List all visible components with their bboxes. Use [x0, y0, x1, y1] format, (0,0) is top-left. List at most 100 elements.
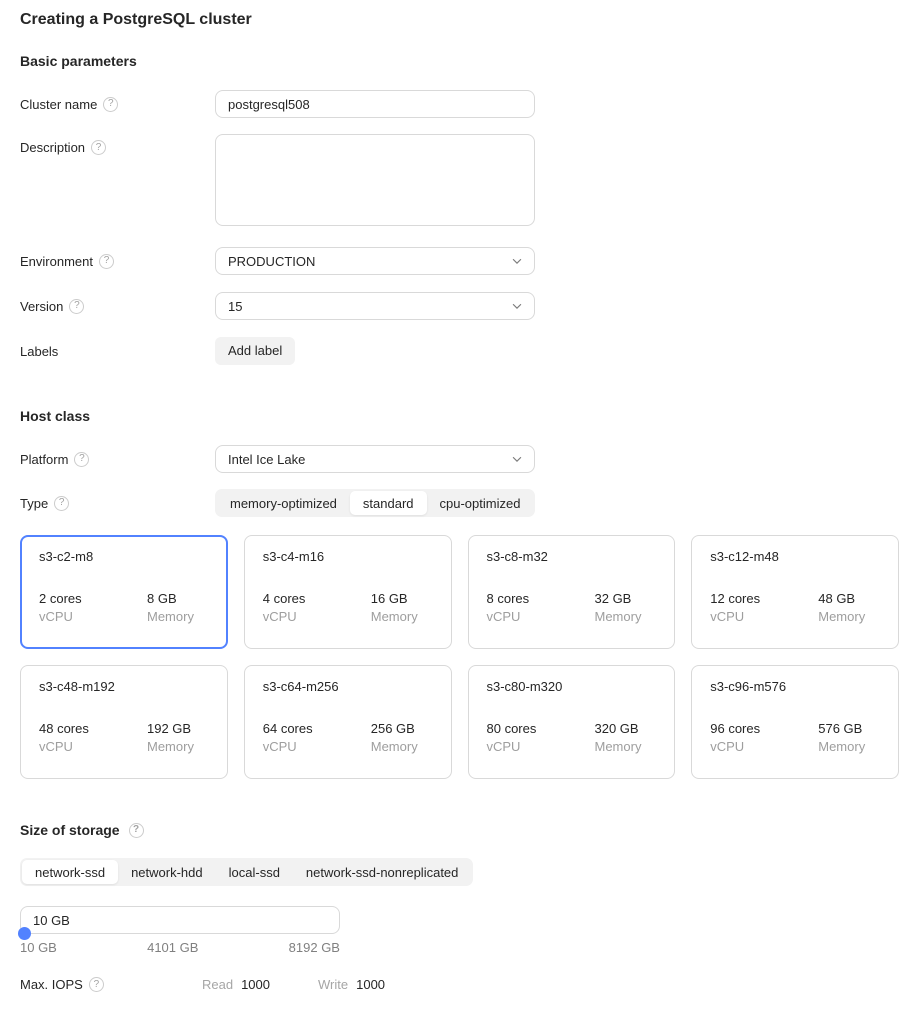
- card-memory-label: Memory: [147, 739, 194, 754]
- card-cores-label: vCPU: [487, 739, 595, 754]
- help-icon[interactable]: ?: [129, 823, 144, 838]
- labels-label: Labels: [20, 344, 58, 359]
- chevron-down-icon: [510, 452, 524, 466]
- card-memory-value: 16 GB: [371, 591, 418, 606]
- card-cores-label: vCPU: [710, 609, 818, 624]
- help-icon[interactable]: ?: [91, 140, 106, 155]
- card-cores-label: vCPU: [263, 739, 371, 754]
- help-icon[interactable]: ?: [103, 97, 118, 112]
- storage-size-input[interactable]: [20, 906, 340, 934]
- host-class-card-s3-c12-m48[interactable]: s3-c12-m48 12 cores vCPU 48 GB Memory: [691, 535, 899, 649]
- storage-size-control: [20, 906, 340, 934]
- card-memory-label: Memory: [371, 739, 418, 754]
- card-cores-value: 2 cores: [39, 591, 147, 606]
- card-title: s3-c64-m256: [263, 679, 433, 694]
- iops-read-label: Read: [202, 977, 233, 992]
- add-label-button[interactable]: Add label: [215, 337, 295, 365]
- host-class-card-s3-c2-m8[interactable]: s3-c2-m8 2 cores vCPU 8 GB Memory: [20, 535, 228, 649]
- card-memory-label: Memory: [147, 609, 194, 624]
- iops-write-pair: Write 1000: [318, 977, 385, 992]
- type-label: Type: [20, 496, 48, 511]
- version-row: Version ? 15: [20, 292, 883, 320]
- type-option-standard[interactable]: standard: [350, 491, 427, 515]
- help-icon[interactable]: ?: [99, 254, 114, 269]
- card-memory-label: Memory: [371, 609, 418, 624]
- environment-select-value: PRODUCTION: [228, 254, 315, 269]
- platform-row: Platform ? Intel Ice Lake: [20, 445, 883, 473]
- slider-mid-label: 4101 GB: [147, 940, 198, 955]
- storage-type-network-hdd[interactable]: network-hdd: [118, 860, 216, 884]
- storage-type-network-ssd[interactable]: network-ssd: [22, 860, 118, 884]
- storage-size-slider-handle[interactable]: [18, 927, 31, 940]
- environment-row: Environment ? PRODUCTION: [20, 247, 883, 275]
- card-title: s3-c4-m16: [263, 549, 433, 564]
- cluster-name-row: Cluster name ?: [20, 90, 883, 118]
- type-option-memory-optimized[interactable]: memory-optimized: [217, 491, 350, 515]
- card-title: s3-c96-m576: [710, 679, 880, 694]
- page-title: Creating a PostgreSQL cluster: [20, 10, 883, 30]
- type-label-group: Type ?: [20, 496, 215, 511]
- cluster-name-label-group: Cluster name ?: [20, 97, 215, 112]
- host-class-card-s3-c96-m576[interactable]: s3-c96-m576 96 cores vCPU 576 GB Memory: [691, 665, 899, 779]
- card-cores-label: vCPU: [263, 609, 371, 624]
- description-textarea[interactable]: [215, 134, 535, 226]
- version-label: Version: [20, 299, 63, 314]
- platform-label-group: Platform ?: [20, 452, 215, 467]
- card-cores-label: vCPU: [710, 739, 818, 754]
- size-of-storage-heading-text: Size of storage: [20, 821, 120, 839]
- storage-type-local-ssd[interactable]: local-ssd: [216, 860, 293, 884]
- iops-write-value: 1000: [356, 977, 385, 992]
- host-class-card-s3-c48-m192[interactable]: s3-c48-m192 48 cores vCPU 192 GB Memory: [20, 665, 228, 779]
- card-memory-value: 256 GB: [371, 721, 418, 736]
- environment-select[interactable]: PRODUCTION: [215, 247, 535, 275]
- card-cores-value: 12 cores: [710, 591, 818, 606]
- card-memory-value: 320 GB: [595, 721, 642, 736]
- card-memory-value: 32 GB: [595, 591, 642, 606]
- description-label-group: Description ?: [20, 134, 215, 155]
- storage-type-network-ssd-nonreplicated[interactable]: network-ssd-nonreplicated: [293, 860, 471, 884]
- card-title: s3-c48-m192: [39, 679, 209, 694]
- platform-select[interactable]: Intel Ice Lake: [215, 445, 535, 473]
- card-cores-label: vCPU: [487, 609, 595, 624]
- card-memory-value: 192 GB: [147, 721, 194, 736]
- card-cores-value: 96 cores: [710, 721, 818, 736]
- help-icon[interactable]: ?: [69, 299, 84, 314]
- host-class-card-s3-c64-m256[interactable]: s3-c64-m256 64 cores vCPU 256 GB Memory: [244, 665, 452, 779]
- slider-max-label: 8192 GB: [289, 940, 340, 955]
- iops-read-pair: Read 1000: [202, 977, 270, 992]
- version-select-value: 15: [228, 299, 242, 314]
- help-icon[interactable]: ?: [89, 977, 104, 992]
- labels-label-group: Labels: [20, 344, 215, 359]
- size-of-storage-heading: Size of storage ?: [20, 821, 883, 839]
- card-title: s3-c80-m320: [487, 679, 657, 694]
- host-class-card-s3-c4-m16[interactable]: s3-c4-m16 4 cores vCPU 16 GB Memory: [244, 535, 452, 649]
- iops-write-label: Write: [318, 977, 348, 992]
- card-cores-label: vCPU: [39, 739, 147, 754]
- type-segmented-control: memory-optimized standard cpu-optimized: [215, 489, 535, 517]
- card-title: s3-c8-m32: [487, 549, 657, 564]
- cluster-name-label: Cluster name: [20, 97, 97, 112]
- card-title: s3-c2-m8: [39, 549, 209, 564]
- card-cores-label: vCPU: [39, 609, 147, 624]
- cluster-name-input[interactable]: [215, 90, 535, 118]
- iops-read-value: 1000: [241, 977, 270, 992]
- host-class-card-s3-c80-m320[interactable]: s3-c80-m320 80 cores vCPU 320 GB Memory: [468, 665, 676, 779]
- description-label: Description: [20, 140, 85, 155]
- chevron-down-icon: [510, 254, 524, 268]
- card-cores-value: 48 cores: [39, 721, 147, 736]
- card-cores-value: 64 cores: [263, 721, 371, 736]
- card-memory-label: Memory: [818, 739, 865, 754]
- help-icon[interactable]: ?: [74, 452, 89, 467]
- card-memory-value: 576 GB: [818, 721, 865, 736]
- help-icon[interactable]: ?: [54, 496, 69, 511]
- card-memory-value: 8 GB: [147, 591, 194, 606]
- storage-type-segmented-control: network-ssd network-hdd local-ssd networ…: [20, 858, 473, 886]
- type-option-cpu-optimized[interactable]: cpu-optimized: [427, 491, 534, 515]
- host-class-card-s3-c8-m32[interactable]: s3-c8-m32 8 cores vCPU 32 GB Memory: [468, 535, 676, 649]
- card-memory-value: 48 GB: [818, 591, 865, 606]
- host-class-heading: Host class: [20, 407, 883, 425]
- card-title: s3-c12-m48: [710, 549, 880, 564]
- max-iops-label-group: Max. IOPS ?: [20, 977, 202, 992]
- environment-label-group: Environment ?: [20, 254, 215, 269]
- version-select[interactable]: 15: [215, 292, 535, 320]
